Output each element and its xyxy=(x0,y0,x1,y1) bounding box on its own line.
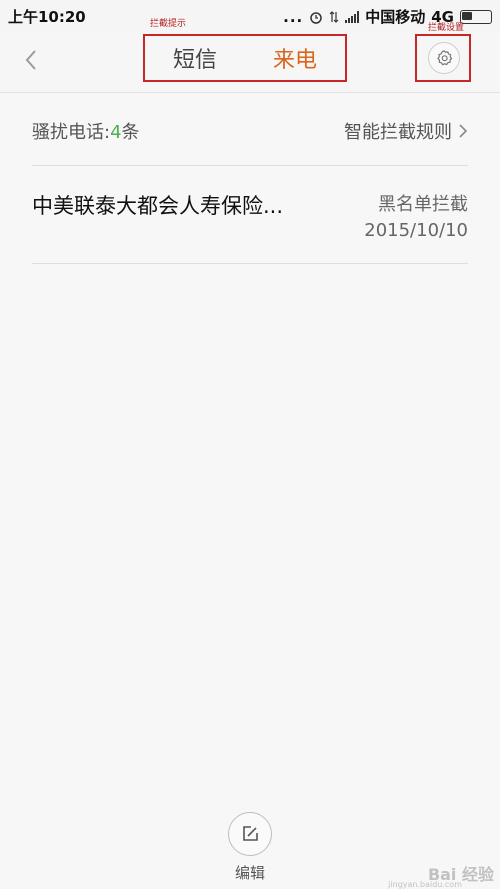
harassment-count: 4 xyxy=(110,122,122,143)
settings-annotation-box xyxy=(415,34,471,82)
harassment-calls-summary: 骚扰电话:4条 xyxy=(32,118,140,144)
watermark-url: jingyan.baidu.com xyxy=(388,880,462,889)
tabs-annotation-box: 短信 来电 xyxy=(143,34,347,82)
signal-icon xyxy=(345,10,360,23)
carrier-name: 中国移动 xyxy=(365,8,426,26)
chevron-right-icon xyxy=(459,124,468,138)
block-type: 黑名单拦截 xyxy=(378,194,468,215)
status-bar: 上午10:20 ... 中国移动 4G xyxy=(0,0,500,30)
rules-link-label: 智能拦截规则 xyxy=(344,122,452,143)
smart-block-rules-link[interactable]: 智能拦截规则 xyxy=(344,118,468,144)
call-list-item[interactable]: 中美联泰大都会人寿保险... 黑名单拦截 2015/10/10 xyxy=(32,166,468,264)
edit-icon xyxy=(243,826,258,841)
summary-prefix: 骚扰电话: xyxy=(32,122,111,143)
alarm-icon xyxy=(310,11,322,24)
summary-row: 骚扰电话:4条 智能拦截规则 xyxy=(32,92,468,166)
settings-button[interactable] xyxy=(428,42,460,74)
annotation-tabs-label: 拦截提示 xyxy=(150,19,187,29)
data-transfer-icon xyxy=(329,10,339,23)
header: 拦截提示 短信 来电 拦截设置 xyxy=(0,19,500,93)
gear-icon xyxy=(437,50,453,66)
battery-icon xyxy=(460,9,492,24)
tab-sms[interactable]: 短信 xyxy=(173,42,217,74)
tab-calls[interactable]: 来电 xyxy=(273,42,317,74)
caller-name: 中美联泰大都会人寿保险... xyxy=(32,194,284,218)
status-time: 上午10:20 xyxy=(8,8,86,26)
edit-label: 编辑 xyxy=(234,864,265,882)
back-arrow-icon[interactable] xyxy=(20,48,44,72)
more-dots-icon: ... xyxy=(283,7,304,26)
annotation-settings-label: 拦截设置 xyxy=(428,23,465,33)
edit-button[interactable] xyxy=(228,812,272,856)
call-date: 2015/10/10 xyxy=(364,220,468,241)
summary-suffix: 条 xyxy=(121,122,140,143)
